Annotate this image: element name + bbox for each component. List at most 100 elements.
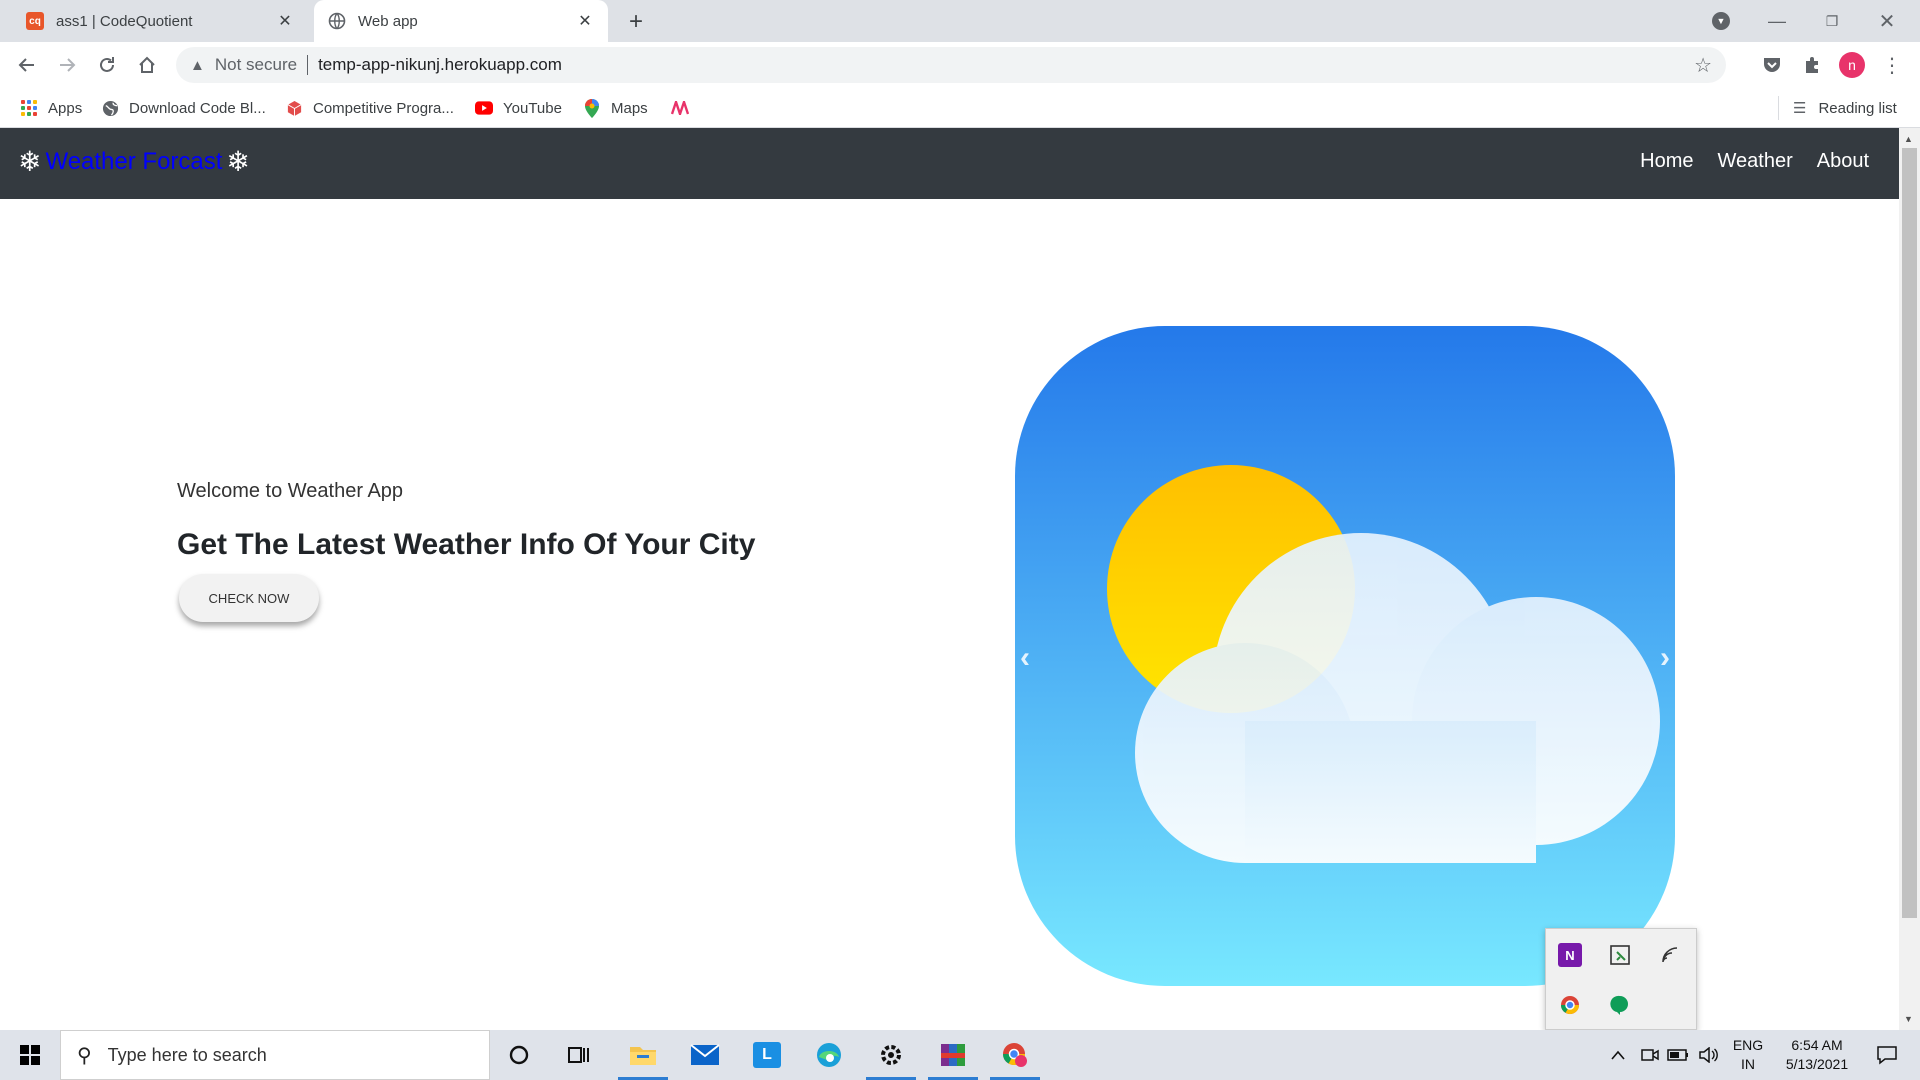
bookmark-label: Maps: [611, 99, 648, 117]
task-view-button[interactable]: [554, 1030, 604, 1080]
tray-overflow-flyout: N: [1545, 928, 1697, 1030]
bookmark-star-icon[interactable]: ☆: [1694, 53, 1712, 78]
reading-list-icon: ☰: [1793, 100, 1807, 117]
pocket-extension-icon[interactable]: [1757, 50, 1787, 80]
reload-icon: [100, 57, 114, 72]
globe-icon: [101, 99, 119, 117]
cortana-circle-icon: [509, 1045, 529, 1065]
bookmark-label: Competitive Progra...: [313, 99, 454, 117]
mail-taskbar-button[interactable]: [680, 1030, 730, 1080]
divider: [307, 55, 309, 75]
profile-avatar[interactable]: n: [1839, 52, 1865, 78]
wireless-display-icon[interactable]: [1658, 943, 1682, 967]
chrome-taskbar-button[interactable]: [990, 1030, 1040, 1080]
home-button[interactable]: [132, 50, 162, 80]
tab-title: ass1 | CodeQuotient: [56, 12, 193, 30]
nav-about-link[interactable]: About: [1817, 150, 1869, 173]
region-code: IN: [1741, 1056, 1755, 1072]
bookmark-youtube[interactable]: YouTube: [475, 96, 562, 120]
input-language-indicator[interactable]: ENG IN: [1730, 1036, 1766, 1074]
action-center-button[interactable]: [1862, 1030, 1912, 1080]
nav-weather-link[interactable]: Weather: [1718, 150, 1793, 173]
tab-codequotient[interactable]: cq ass1 | CodeQuotient ✕: [12, 0, 308, 42]
site-nav-links: Home Weather About: [1640, 150, 1869, 173]
notification-icon: [1877, 1046, 1897, 1065]
reading-list-button[interactable]: ☰ Reading list: [1778, 96, 1897, 120]
start-button[interactable]: [0, 1030, 60, 1080]
task-view-icon: [568, 1047, 589, 1063]
maps-pin-icon: [583, 98, 601, 118]
chevron-down-icon: ▼: [1712, 12, 1730, 30]
forward-button[interactable]: [52, 50, 82, 80]
arrow-left-icon: [18, 58, 34, 72]
scrollbar-thumb[interactable]: [1902, 148, 1917, 918]
language-code: ENG: [1732, 1037, 1764, 1053]
globe-icon: [328, 12, 346, 30]
show-hidden-icons-chevron-up-icon[interactable]: [1606, 1030, 1630, 1080]
back-button[interactable]: [12, 50, 42, 80]
snowflake-icon: ❄: [18, 146, 42, 177]
hangouts-tray-icon[interactable]: [1608, 993, 1632, 1017]
chrome-tray-icon[interactable]: [1558, 993, 1582, 1017]
winrar-taskbar-button[interactable]: [928, 1030, 978, 1080]
close-tab-icon[interactable]: ✕: [576, 12, 594, 30]
bookmark-label: YouTube: [503, 99, 562, 117]
carousel-next-chevron-icon[interactable]: ›: [1650, 640, 1680, 676]
browser-toolbar: ▲ Not secure temp-app-nikunj.herokuapp.c…: [0, 42, 1920, 88]
bookmark-label: Download Code Bl...: [129, 99, 266, 117]
file-explorer-taskbar-button[interactable]: [618, 1030, 668, 1080]
bookmark-maps[interactable]: Maps: [583, 96, 648, 120]
mail-envelope-icon: [690, 1044, 720, 1065]
bookmark-download-code-blocks[interactable]: Download Code Bl...: [101, 96, 266, 120]
address-bar[interactable]: ▲ Not secure temp-app-nikunj.herokuapp.c…: [176, 47, 1726, 83]
reading-list-label: Reading list: [1818, 99, 1897, 117]
l-app-taskbar-button[interactable]: L: [742, 1030, 792, 1080]
windows-taskbar: ⚲ Type here to search L ENG IN 6:54 AM 5…: [0, 1030, 1920, 1080]
taskbar-clock[interactable]: 6:54 AM 5/13/2021: [1772, 1036, 1862, 1074]
close-window-button[interactable]: ✕: [1870, 6, 1904, 36]
l-app-icon: L: [753, 1042, 781, 1068]
url-text[interactable]: temp-app-nikunj.herokuapp.com: [318, 55, 562, 75]
nav-home-link[interactable]: Home: [1640, 150, 1693, 173]
codequotient-favicon-icon: cq: [26, 12, 44, 30]
close-tab-icon[interactable]: ✕: [276, 12, 294, 30]
cortana-button[interactable]: [494, 1030, 544, 1080]
reload-button[interactable]: [92, 50, 122, 80]
site-brand[interactable]: ❄ Weather Forcast ❄: [18, 148, 250, 176]
weather-app-icon: [1015, 326, 1675, 986]
tab-search-button[interactable]: ▼: [1709, 6, 1733, 36]
snowflake-icon: ❄: [226, 146, 250, 177]
bookmark-competitive-programming[interactable]: Competitive Progra...: [285, 96, 454, 120]
check-now-button[interactable]: CHECK NOW: [179, 574, 319, 622]
tab-web-app[interactable]: Web app ✕: [314, 0, 608, 42]
battery-icon[interactable]: [1666, 1030, 1690, 1080]
restore-window-button[interactable]: ❐: [1815, 6, 1849, 36]
taskbar-search-box[interactable]: ⚲ Type here to search: [60, 1030, 490, 1080]
bookmark-m-site[interactable]: [671, 96, 699, 120]
volume-icon[interactable]: [1696, 1030, 1720, 1080]
snipping-tool-icon[interactable]: [1608, 943, 1632, 967]
new-tab-button[interactable]: +: [622, 8, 650, 36]
hero-title: Get The Latest Weather Info Of Your City: [177, 528, 756, 561]
scroll-down-arrow-icon[interactable]: ▼: [1904, 1014, 1913, 1024]
bookmark-apps[interactable]: Apps: [20, 96, 82, 120]
page-scrollbar[interactable]: ▲ ▼: [1899, 128, 1920, 1030]
gear-icon: [881, 1045, 901, 1065]
arrow-right-icon: [60, 58, 76, 72]
meet-now-icon[interactable]: [1638, 1030, 1662, 1080]
site-navbar: ❄ Weather Forcast ❄ Home Weather About: [0, 128, 1899, 199]
security-status[interactable]: Not secure: [215, 55, 297, 75]
scroll-up-arrow-icon[interactable]: ▲: [1904, 134, 1913, 144]
settings-taskbar-button[interactable]: [866, 1030, 916, 1080]
brand-name[interactable]: Weather Forcast: [45, 148, 222, 176]
minimize-window-button[interactable]: —: [1760, 6, 1794, 36]
edge-taskbar-button[interactable]: [804, 1030, 854, 1080]
carousel-prev-chevron-icon[interactable]: ‹: [1010, 640, 1040, 676]
puzzle-extensions-icon[interactable]: [1797, 50, 1827, 80]
onenote-icon[interactable]: N: [1558, 943, 1582, 967]
winrar-books-icon: [941, 1044, 965, 1066]
kebab-menu-icon[interactable]: ⋮: [1882, 52, 1902, 78]
home-icon: [139, 56, 155, 73]
page-viewport: ❄ Weather Forcast ❄ Home Weather About W…: [0, 128, 1920, 1030]
bookmarks-bar: Apps Download Code Bl... Competitive Pro…: [0, 88, 1920, 128]
